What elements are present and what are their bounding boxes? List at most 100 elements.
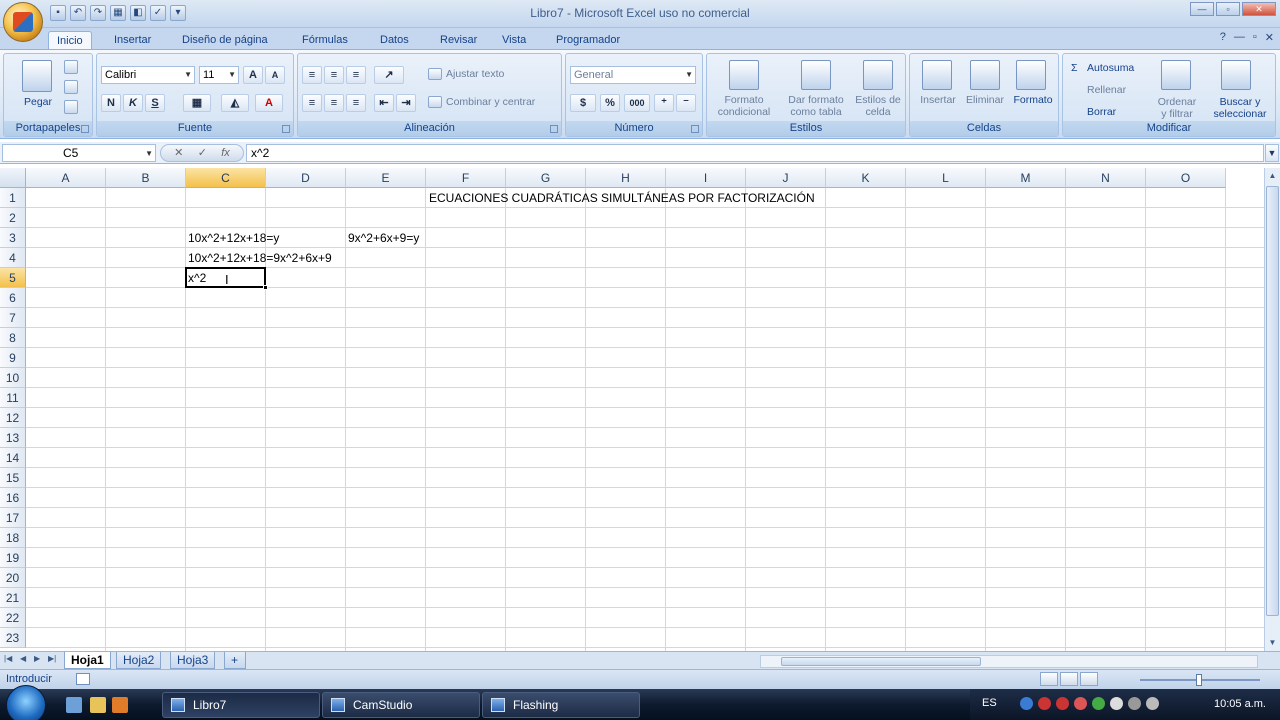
tab-datos[interactable]: Datos — [372, 31, 417, 50]
cell-F1[interactable]: ECUACIONES CUADRÁTICAS SIMULTÁNEAS POR F… — [427, 188, 815, 208]
column-header-k[interactable]: K — [826, 168, 906, 188]
cell-C3[interactable]: 10x^2+12x+18=y — [186, 228, 279, 248]
row-header-15[interactable]: 15 — [0, 468, 26, 488]
language-indicator[interactable]: ES — [982, 697, 997, 709]
enter-entry-icon[interactable]: ✓ — [198, 145, 207, 161]
increase-decimal-icon[interactable]: ⁺ — [654, 94, 674, 112]
column-header-n[interactable]: N — [1066, 168, 1146, 188]
column-header-m[interactable]: M — [986, 168, 1066, 188]
tab-insertar[interactable]: Insertar — [106, 31, 159, 50]
task-flashing[interactable]: Flashing — [482, 692, 640, 718]
align-center-icon[interactable]: ≡ — [324, 94, 344, 112]
row-header-6[interactable]: 6 — [0, 288, 26, 308]
task-libro7[interactable]: Libro7 — [162, 692, 320, 718]
increase-indent-icon[interactable]: ⇥ — [396, 94, 416, 112]
sheet-tab-hoja3[interactable]: Hoja3 — [170, 652, 216, 669]
tab-inicio[interactable]: Inicio — [48, 31, 92, 50]
format-cells-button[interactable]: Formato — [1008, 94, 1058, 106]
align-right-icon[interactable]: ≡ — [346, 94, 366, 112]
column-header-j[interactable]: J — [746, 168, 826, 188]
merge-center-button[interactable]: Combinar y centrar — [446, 96, 535, 108]
page-break-view-icon[interactable] — [1080, 672, 1098, 686]
show-desktop-icon[interactable] — [66, 697, 82, 713]
row-header-2[interactable]: 2 — [0, 208, 26, 228]
vertical-scroll-thumb[interactable] — [1266, 186, 1279, 616]
help-icon[interactable]: ? — [1220, 31, 1226, 44]
tray-icon[interactable] — [1074, 697, 1087, 710]
row-header-16[interactable]: 16 — [0, 488, 26, 508]
conditional-format-button[interactable]: Formato condicional — [707, 94, 781, 118]
row-header-1[interactable]: 1 — [0, 188, 26, 208]
format-as-table-button[interactable]: Dar formato como tabla — [781, 94, 851, 118]
row-header-20[interactable]: 20 — [0, 568, 26, 588]
column-header-o[interactable]: O — [1146, 168, 1226, 188]
bold-button[interactable]: N — [101, 94, 121, 112]
fill-button[interactable]: Rellenar — [1087, 84, 1126, 96]
cut-icon[interactable] — [64, 60, 78, 74]
tab-formulas[interactable]: Fórmulas — [294, 31, 356, 50]
column-header-d[interactable]: D — [266, 168, 346, 188]
alignment-launcher-icon[interactable] — [550, 125, 558, 133]
workbook-minimize-icon[interactable]: — — [1234, 31, 1245, 44]
next-sheet-icon[interactable]: ▶ — [34, 654, 40, 663]
cancel-entry-icon[interactable]: ✕ — [174, 145, 183, 161]
delete-cells-button[interactable]: Eliminar — [960, 94, 1010, 106]
scroll-up-icon[interactable]: ▲ — [1265, 168, 1280, 184]
last-sheet-icon[interactable]: ▶| — [48, 654, 56, 663]
expand-formula-bar-icon[interactable]: ▼ — [1265, 144, 1279, 162]
row-header-8[interactable]: 8 — [0, 328, 26, 348]
clipboard-launcher-icon[interactable] — [81, 125, 89, 133]
row-header-21[interactable]: 21 — [0, 588, 26, 608]
decrease-indent-icon[interactable]: ⇤ — [374, 94, 394, 112]
align-left-icon[interactable]: ≡ — [302, 94, 322, 112]
align-middle-icon[interactable]: ≡ — [324, 66, 344, 84]
row-header-10[interactable]: 10 — [0, 368, 26, 388]
task-camstudio[interactable]: CamStudio — [322, 692, 480, 718]
macro-record-icon[interactable] — [76, 673, 90, 685]
currency-button[interactable]: $ — [570, 94, 596, 112]
orientation-icon[interactable]: ↗ — [374, 66, 404, 84]
sort-filter-button[interactable]: Ordenar y filtrar — [1147, 96, 1207, 120]
row-header-4[interactable]: 4 — [0, 248, 26, 268]
insert-cells-button[interactable]: Insertar — [912, 94, 964, 106]
align-bottom-icon[interactable]: ≡ — [346, 66, 366, 84]
font-size-select[interactable]: 11 ▼ — [199, 66, 239, 84]
cell-C5[interactable]: x^2 — [186, 268, 206, 288]
shrink-font-button[interactable]: A — [265, 66, 285, 84]
wrap-text-button[interactable]: Ajustar texto — [446, 68, 504, 80]
column-header-i[interactable]: I — [666, 168, 746, 188]
tab-diseno-pagina[interactable]: Diseño de página — [174, 31, 276, 50]
office-button[interactable] — [3, 2, 43, 42]
row-header-3[interactable]: 3 — [0, 228, 26, 248]
insert-sheet-icon[interactable]: + — [224, 652, 246, 669]
normal-view-icon[interactable] — [1040, 672, 1058, 686]
column-header-c[interactable]: C — [186, 168, 266, 188]
prev-sheet-icon[interactable]: ◀ — [20, 654, 26, 663]
horizontal-scrollbar[interactable] — [760, 655, 1258, 668]
maximize-button[interactable]: ▫ — [1216, 2, 1240, 16]
paste-icon[interactable] — [22, 60, 52, 92]
vertical-scrollbar[interactable]: ▲ ▼ — [1264, 168, 1280, 651]
page-layout-view-icon[interactable] — [1060, 672, 1078, 686]
zoom-slider-knob[interactable] — [1196, 674, 1202, 686]
tray-icon[interactable] — [1038, 697, 1051, 710]
grow-font-button[interactable]: A — [243, 66, 263, 84]
copy-icon[interactable] — [64, 80, 78, 94]
chevron-down-icon[interactable]: ▼ — [145, 146, 153, 162]
insert-function-button[interactable]: fx — [221, 145, 230, 161]
workbook-close-icon[interactable]: ✕ — [1265, 31, 1274, 44]
volume-icon[interactable] — [1146, 697, 1159, 710]
fill-color-icon[interactable]: ◭ — [221, 94, 249, 112]
clock[interactable]: 10:05 a.m. — [1214, 698, 1266, 710]
media-player-icon[interactable] — [112, 697, 128, 713]
name-box[interactable]: C5 ▼ — [2, 144, 156, 162]
decrease-decimal-icon[interactable]: ⁻ — [676, 94, 696, 112]
format-painter-icon[interactable] — [64, 100, 78, 114]
percent-button[interactable]: % — [600, 94, 620, 112]
column-header-l[interactable]: L — [906, 168, 986, 188]
underline-button[interactable]: S — [145, 94, 165, 112]
font-color-icon[interactable]: A — [255, 94, 283, 112]
clear-button[interactable]: Borrar — [1087, 106, 1116, 118]
italic-button[interactable]: K — [123, 94, 143, 112]
sheet-tab-hoja1[interactable]: Hoja1 — [64, 652, 111, 669]
